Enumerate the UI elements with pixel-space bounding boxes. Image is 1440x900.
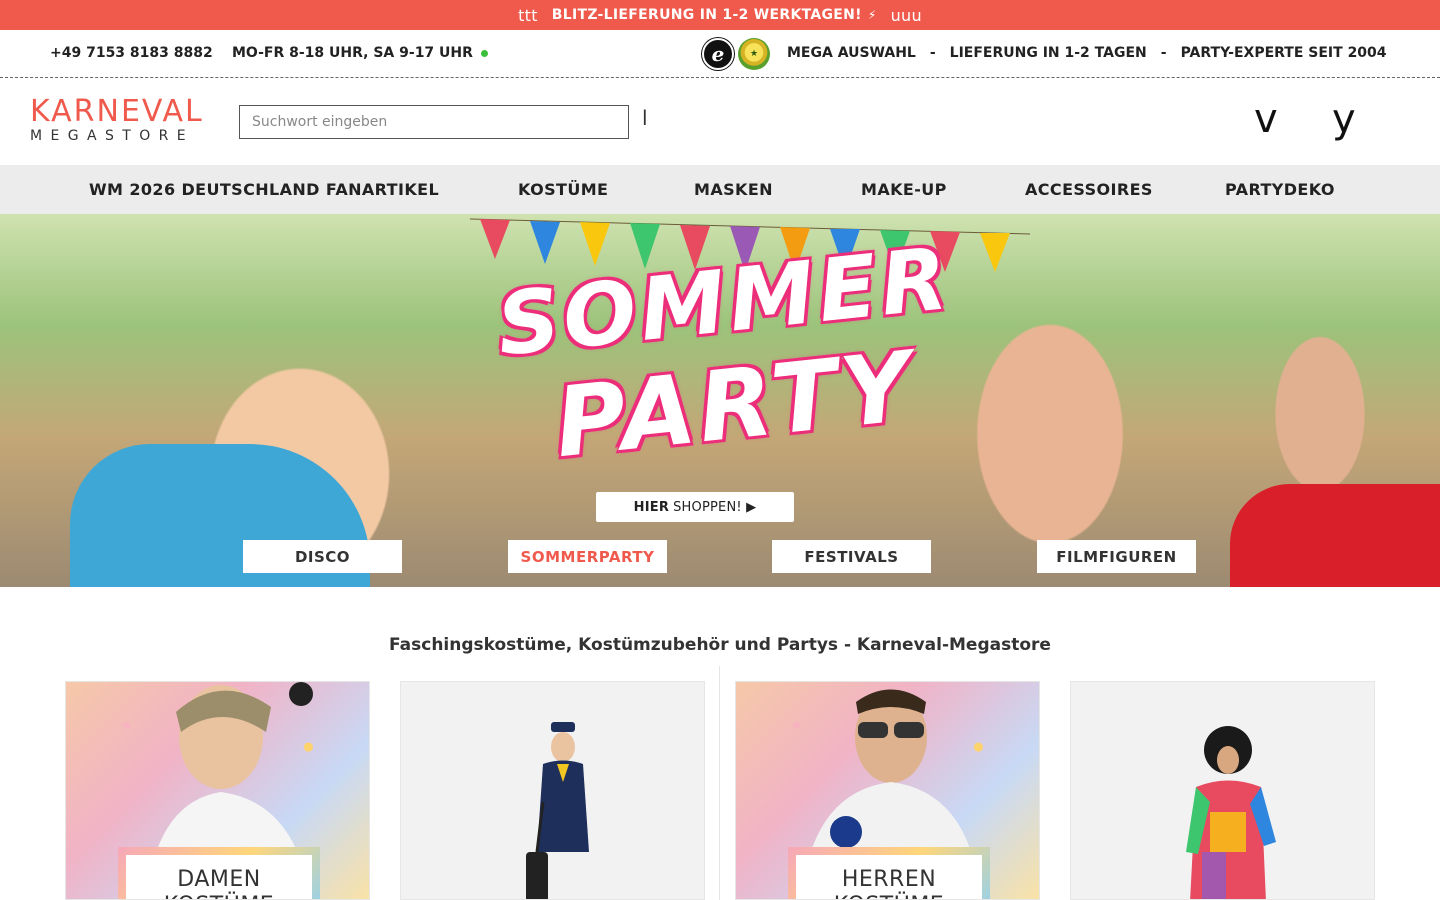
hero-model-right bbox=[1230, 484, 1440, 587]
nav-item-accessoires[interactable]: ACCESSOIRES bbox=[1025, 180, 1153, 199]
tile-label-damen: DAMEN KOSTÜME bbox=[126, 855, 312, 899]
category-tile-disco[interactable] bbox=[1070, 681, 1375, 900]
nav-item-partydeko[interactable]: PARTYDEKO bbox=[1225, 180, 1335, 199]
tile-label-herren: HERREN KOSTÜME bbox=[796, 855, 982, 899]
shop-now-text: SHOPPEN! ▶ bbox=[673, 499, 757, 515]
site-logo[interactable]: KARNEVAL MEGASTORE bbox=[30, 94, 210, 145]
shop-now-button[interactable]: HIER SHOPPEN! ▶ bbox=[596, 492, 794, 522]
category-button-festivals[interactable]: FESTIVALS bbox=[772, 540, 931, 573]
promo-bar[interactable]: ttt BLITZ-LIEFERUNG IN 1-2 WERKTAGEN! ⚡ … bbox=[0, 0, 1440, 30]
search-icon[interactable]: l bbox=[642, 106, 648, 130]
category-tile-stewardess[interactable] bbox=[400, 681, 705, 900]
main-navigation: WM 2026 DEUTSCHLAND FANARTIKEL KOSTÜME M… bbox=[0, 165, 1440, 214]
online-status-icon bbox=[480, 49, 488, 57]
opening-hours-text: MO-FR 8-18 UHR, SA 9-17 UHR bbox=[232, 45, 473, 61]
stewardess-costume-image bbox=[526, 722, 589, 899]
promo-text[interactable]: BLITZ-LIEFERUNG IN 1-2 WERKTAGEN! bbox=[552, 7, 862, 23]
section-title: Faschingskostüme, Kostümzubehör und Part… bbox=[389, 635, 1051, 655]
section-divider bbox=[719, 666, 720, 900]
category-button-filmfiguren[interactable]: FILMFIGUREN bbox=[1037, 540, 1196, 573]
promo-left-deco: ttt bbox=[518, 5, 538, 25]
info-bar: +49 7153 8183 8882 MO-FR 8-18 UHR, SA 9-… bbox=[0, 30, 1440, 78]
usp-separator: - bbox=[1160, 45, 1167, 61]
phone-number[interactable]: +49 7153 8183 8882 bbox=[50, 45, 213, 61]
nav-item-make-up[interactable]: MAKE-UP bbox=[861, 180, 947, 199]
disco-costume-image bbox=[1186, 726, 1276, 899]
category-tile-herren[interactable]: HERREN KOSTÜME bbox=[735, 681, 1040, 900]
usp-item: LIEFERUNG IN 1-2 TAGEN bbox=[949, 45, 1147, 61]
logo-line-1: KARNEVAL bbox=[30, 94, 204, 129]
category-button-sommerparty[interactable]: SOMMERPARTY bbox=[508, 540, 667, 573]
search-input[interactable] bbox=[239, 105, 629, 139]
cart-icon[interactable]: y bbox=[1332, 96, 1356, 142]
usp-item: PARTY-EXPERTE SEIT 2004 bbox=[1180, 45, 1387, 61]
shop-now-bold: HIER bbox=[633, 499, 670, 515]
tile-label-frame: DAMEN KOSTÜME bbox=[118, 847, 320, 899]
opening-hours: MO-FR 8-18 UHR, SA 9-17 UHR bbox=[232, 45, 488, 61]
nav-item-kostueme[interactable]: KOSTÜME bbox=[518, 180, 608, 199]
tile-label-frame: HERREN KOSTÜME bbox=[788, 847, 990, 899]
site-header: KARNEVAL MEGASTORE l v y bbox=[0, 78, 1440, 165]
logo-line-2: MEGASTORE bbox=[30, 128, 194, 144]
quality-seal-icon[interactable]: ★ bbox=[738, 38, 770, 70]
category-tile-damen[interactable]: DAMEN KOSTÜME bbox=[65, 681, 370, 900]
trust-badges: e ★ bbox=[702, 38, 770, 70]
category-button-disco[interactable]: DISCO bbox=[243, 540, 402, 573]
nav-item-wm-2026[interactable]: WM 2026 DEUTSCHLAND FANARTIKEL bbox=[89, 180, 439, 199]
usp-item: MEGA AUSWAHL bbox=[787, 45, 916, 61]
promo-right-deco: uuu bbox=[890, 5, 922, 25]
account-icon[interactable]: v bbox=[1254, 96, 1278, 142]
usp-separator: - bbox=[929, 45, 936, 61]
hero-banner[interactable]: SOMMER PARTY HIER SHOPPEN! ▶ DISCO SOMME… bbox=[0, 214, 1440, 587]
nav-item-masken[interactable]: MASKEN bbox=[694, 180, 773, 199]
usp-list: MEGA AUSWAHL - LIEFERUNG IN 1-2 TAGEN - … bbox=[787, 45, 1387, 61]
trusted-shops-icon[interactable]: e bbox=[702, 38, 734, 70]
lightning-icon: ⚡ bbox=[867, 8, 877, 22]
